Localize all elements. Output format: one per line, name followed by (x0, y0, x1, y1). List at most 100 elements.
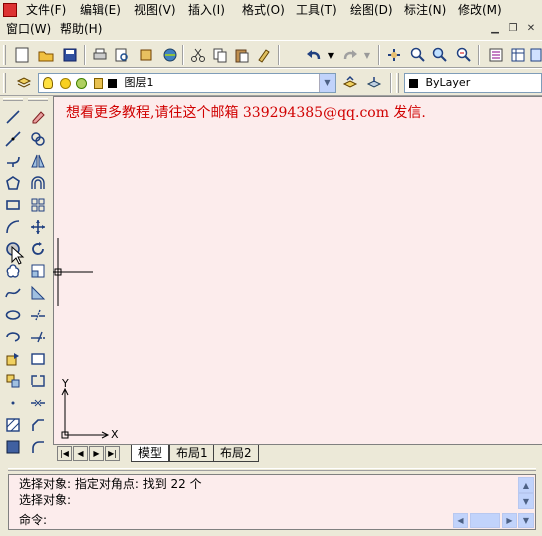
scale-icon[interactable] (27, 260, 49, 282)
scroll-down-icon[interactable]: ▼ (518, 493, 534, 509)
restore-icon[interactable]: ❐ (506, 22, 520, 36)
command-vertical-scrollbar[interactable]: ▲ ▼ (518, 477, 534, 513)
properties-icon[interactable] (486, 45, 506, 65)
polyline-icon[interactable] (2, 150, 24, 172)
fillet-icon[interactable] (27, 436, 49, 458)
drawing-canvas[interactable]: 想看更多教程,请往这个邮箱 339294385@qq.com 发信. Y X (53, 96, 542, 444)
paste-icon[interactable] (232, 45, 252, 65)
first-tab-button[interactable]: |◀ (57, 446, 72, 461)
command-window-grip[interactable] (8, 468, 536, 471)
make-block-icon[interactable] (2, 370, 24, 392)
arc-icon[interactable] (2, 216, 24, 238)
save-icon[interactable] (60, 45, 80, 65)
undo-dropdown-icon[interactable]: ▼ (326, 45, 336, 65)
copy-object-icon[interactable] (27, 128, 49, 150)
toolbar-grip[interactable] (3, 45, 6, 65)
cut-icon[interactable] (188, 45, 208, 65)
ellipse-arc-icon[interactable] (2, 326, 24, 348)
join-icon[interactable] (27, 392, 49, 414)
open-file-icon[interactable] (36, 45, 56, 65)
stretch-icon[interactable] (27, 282, 49, 304)
gradient-icon[interactable] (2, 436, 24, 458)
menu-window[interactable]: 窗口(W) (6, 20, 51, 38)
color-dropdown[interactable]: ByLayer (404, 73, 542, 93)
spline-icon[interactable] (2, 282, 24, 304)
last-tab-button[interactable]: ▶| (105, 446, 120, 461)
redo-dropdown-icon[interactable]: ▼ (362, 45, 372, 65)
next-tab-button[interactable]: ▶ (89, 446, 104, 461)
print-icon[interactable] (90, 45, 110, 65)
trim-icon[interactable] (27, 304, 49, 326)
menu-help[interactable]: 帮助(H) (60, 20, 102, 38)
break-icon[interactable] (27, 370, 49, 392)
chevron-down-icon[interactable]: ▼ (319, 74, 335, 92)
tool-palettes-icon[interactable] (530, 45, 542, 65)
layer-dropdown[interactable]: 图层1 ▼ (38, 73, 336, 93)
move-icon[interactable] (27, 216, 49, 238)
minimize-icon[interactable]: ▁ (488, 22, 502, 36)
menu-format[interactable]: 格式(O) (242, 1, 285, 19)
design-center-icon[interactable] (508, 45, 528, 65)
scroll-down-icon[interactable]: ▼ (518, 513, 534, 528)
toolbar-grip[interactable] (3, 73, 6, 93)
break-at-point-icon[interactable] (27, 348, 49, 370)
zoom-previous-icon[interactable] (454, 45, 474, 65)
color-value: ByLayer (425, 76, 471, 89)
toolbar-grip[interactable] (28, 98, 48, 101)
insert-block-icon[interactable] (2, 348, 24, 370)
ucs-x-label: X (111, 428, 119, 441)
undo-icon[interactable] (304, 45, 324, 65)
erase-icon[interactable] (27, 106, 49, 128)
zoom-realtime-icon[interactable] (408, 45, 428, 65)
zoom-window-icon[interactable] (430, 45, 450, 65)
layer-manager-icon[interactable] (14, 73, 34, 93)
line-icon[interactable] (2, 106, 24, 128)
toolbar-grip[interactable] (396, 73, 399, 93)
publish-web-icon[interactable] (160, 45, 180, 65)
hatch-icon[interactable] (2, 414, 24, 436)
menu-insert[interactable]: 插入(I) (188, 1, 225, 19)
app-icon[interactable] (3, 3, 17, 17)
offset-icon[interactable] (27, 172, 49, 194)
layer-previous-icon[interactable] (364, 73, 384, 93)
current-layer-name: 图层1 (124, 76, 154, 89)
chamfer-icon[interactable] (27, 414, 49, 436)
polygon-icon[interactable] (2, 172, 24, 194)
menu-dimension[interactable]: 标注(N) (404, 1, 446, 19)
tab-layout2[interactable]: 布局2 (213, 445, 259, 462)
extend-icon[interactable] (27, 326, 49, 348)
menu-modify[interactable]: 修改(M) (458, 1, 502, 19)
copy-icon[interactable] (210, 45, 230, 65)
tab-layout1[interactable]: 布局1 (169, 445, 215, 462)
redo-icon[interactable] (340, 45, 360, 65)
command-horizontal-scrollbar[interactable]: ◀ ▶ (453, 513, 517, 528)
scroll-left-icon[interactable]: ◀ (453, 513, 468, 528)
tab-model[interactable]: 模型 (131, 445, 170, 462)
layer-freeze-icon (76, 77, 87, 89)
ellipse-icon[interactable] (2, 304, 24, 326)
rectangle-icon[interactable] (2, 194, 24, 216)
menu-edit[interactable]: 编辑(E) (80, 1, 121, 19)
new-file-icon[interactable] (12, 45, 32, 65)
array-icon[interactable] (27, 194, 49, 216)
pan-icon[interactable] (384, 45, 404, 65)
scroll-right-icon[interactable]: ▶ (502, 513, 517, 528)
rotate-icon[interactable] (27, 238, 49, 260)
menu-draw[interactable]: 绘图(D) (350, 1, 393, 19)
menu-file[interactable]: 文件(F) (26, 1, 66, 19)
toolbar-grip[interactable] (3, 98, 23, 101)
make-layer-current-icon[interactable] (340, 73, 360, 93)
construction-line-icon[interactable] (2, 128, 24, 150)
menu-view[interactable]: 视图(V) (134, 1, 176, 19)
match-properties-icon[interactable] (254, 45, 274, 65)
scroll-thumb[interactable] (470, 513, 500, 528)
print-preview-icon[interactable] (112, 45, 132, 65)
previous-tab-button[interactable]: ◀ (73, 446, 88, 461)
scroll-up-icon[interactable]: ▲ (518, 477, 534, 493)
mirror-icon[interactable] (27, 150, 49, 172)
menu-tools[interactable]: 工具(T) (296, 1, 337, 19)
publish-icon[interactable] (136, 45, 156, 65)
close-icon[interactable]: ✕ (524, 22, 538, 36)
point-icon[interactable] (2, 392, 24, 414)
command-prompt[interactable]: 命令: (19, 513, 47, 528)
